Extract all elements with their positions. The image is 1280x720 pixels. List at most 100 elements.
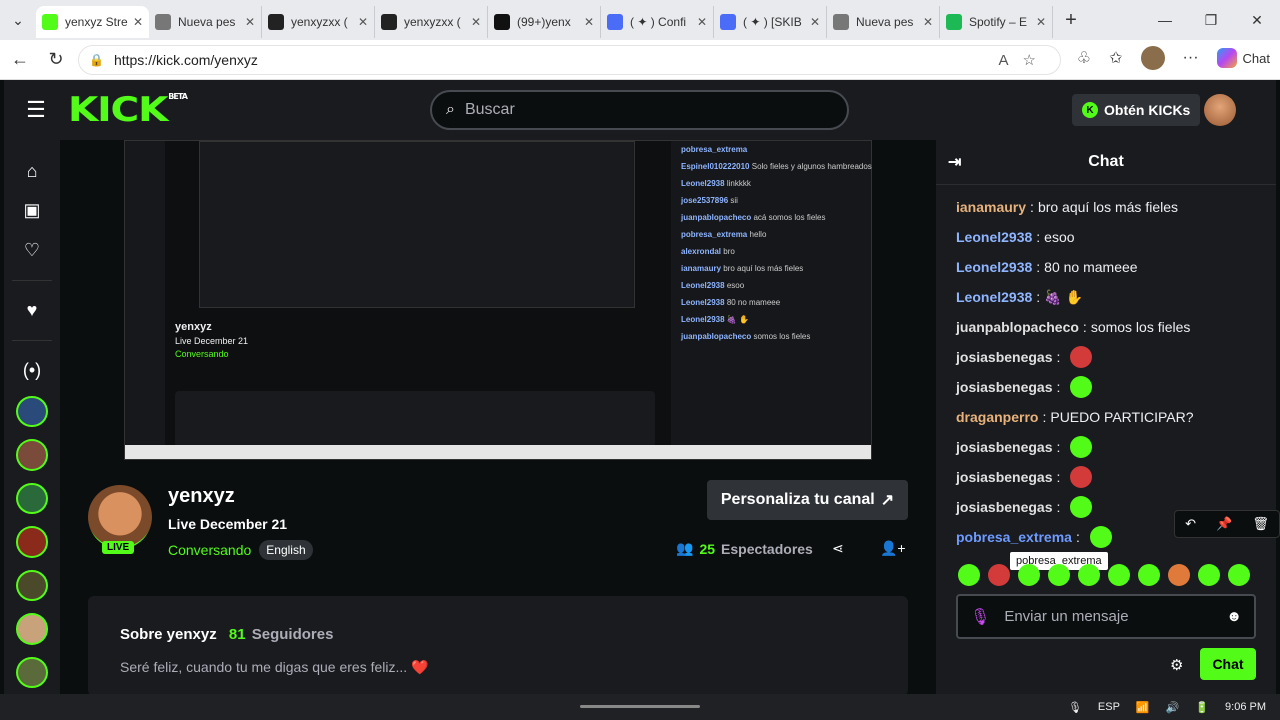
chat-username[interactable]: josiasbenegas (956, 349, 1053, 365)
browser-tab[interactable]: (99+)yenx ✕ (488, 6, 601, 38)
browser-tab[interactable]: Spotify – E ✕ (940, 6, 1053, 38)
chat-username[interactable]: Leonel2938 (956, 289, 1032, 305)
browser-tab[interactable]: ( ✦ ) [SKIB ✕ (714, 6, 827, 38)
chat-emote[interactable] (1089, 526, 1112, 548)
browse-icon[interactable]: ▣ (23, 191, 40, 230)
chat-emote[interactable] (1070, 466, 1093, 488)
quick-emote[interactable] (958, 564, 980, 586)
chat-username[interactable]: draganperro (956, 409, 1038, 425)
chat-settings-icon[interactable]: ⚙ (1170, 656, 1183, 674)
sidebar-channel-avatar[interactable] (16, 526, 48, 558)
chat-username[interactable]: Leonel2938 (956, 259, 1032, 275)
chat-message[interactable]: Leonel2938:80 no mameee (956, 252, 1266, 282)
quick-emote[interactable] (1018, 564, 1040, 586)
clock[interactable]: 9:06 PM (1225, 701, 1266, 713)
chat-username[interactable]: juanpablopacheco (956, 319, 1079, 335)
sidebar-channel-avatar[interactable] (16, 395, 48, 428)
quick-emote[interactable] (1228, 564, 1250, 586)
close-tab-icon[interactable]: ✕ (133, 15, 143, 29)
video-player[interactable]: yenxyz Live December 21 Conversando pobr… (124, 140, 872, 460)
extensions-icon[interactable]: ♧ (1077, 48, 1091, 68)
browser-tab[interactable]: yenxyz Stre ✕ (36, 6, 149, 38)
more-menu-icon[interactable]: ··· (1183, 49, 1199, 67)
chat-username[interactable]: Leonel2938 (956, 229, 1032, 245)
battery-icon[interactable]: 🔋 (1195, 701, 1209, 714)
share-icon[interactable]: ⋖ (832, 540, 844, 557)
search-input[interactable]: ⌕ Buscar (430, 90, 849, 130)
kick-logo[interactable]: KICK BETA (68, 90, 188, 130)
chat-message[interactable]: Leonel2938: esoo (956, 222, 1266, 252)
user-avatar[interactable] (1204, 94, 1236, 126)
collapse-chat-icon[interactable]: ⇥ (948, 152, 961, 172)
chat-username[interactable]: josiasbenegas (956, 439, 1053, 455)
get-kicks-button[interactable]: K Obtén KICKs (1072, 94, 1201, 126)
browser-tab[interactable]: yenxyzxx (✕ (262, 6, 375, 38)
close-tab-icon[interactable]: ✕ (471, 15, 481, 29)
reply-icon[interactable]: ↶ (1185, 516, 1196, 532)
sidebar-channel-avatar[interactable] (16, 482, 48, 515)
hamburger-menu-icon[interactable]: ☰ (4, 97, 68, 123)
follow-user-icon[interactable]: 👤+ (880, 540, 906, 557)
stream-category-link[interactable]: Conversando (168, 542, 251, 558)
chat-message-input[interactable]: 🎙 Enviar un mensaje ☻ (956, 594, 1256, 639)
close-tab-icon[interactable]: ✕ (1036, 15, 1046, 29)
browser-tab[interactable]: Nueva pes ✕ (149, 6, 262, 38)
sidebar-channel-avatar[interactable] (16, 569, 48, 602)
chat-message[interactable]: josiasbenegas: (956, 432, 1266, 462)
microphone-icon[interactable]: 🎙 (970, 607, 990, 627)
chat-message[interactable]: Leonel2938: 🍇 ✋ (956, 282, 1266, 312)
language-indicator[interactable]: ESP (1098, 701, 1120, 713)
close-window-button[interactable]: ✕ (1234, 0, 1280, 40)
chat-username[interactable]: josiasbenegas (956, 379, 1053, 395)
live-channels-icon[interactable]: (•) (23, 351, 41, 390)
browser-tab[interactable]: Nueva pes ✕ (827, 6, 940, 38)
sidebar-channel-avatar[interactable] (16, 656, 48, 689)
chat-message[interactable]: josiasbenegas: (956, 462, 1266, 492)
close-tab-icon[interactable]: ✕ (358, 15, 368, 29)
chat-emote[interactable] (1070, 436, 1093, 458)
chat-emote[interactable] (1070, 346, 1093, 368)
home-icon[interactable]: ⌂ (27, 152, 38, 191)
close-tab-icon[interactable]: ✕ (697, 15, 707, 29)
taskbar-handle[interactable] (580, 705, 700, 708)
close-tab-icon[interactable]: ✕ (584, 15, 594, 29)
chat-message[interactable]: josiasbenegas: (956, 372, 1266, 402)
chat-message[interactable]: ianamaury: bro aquí los más fieles (956, 192, 1266, 222)
minimize-button[interactable]: — (1142, 0, 1188, 40)
new-tab-button[interactable]: + (1053, 9, 1089, 32)
delete-icon[interactable]: 🗑 (1252, 516, 1269, 532)
back-button[interactable]: ← (2, 49, 38, 70)
url-bar[interactable]: 🔒 https://kick.com/yenxyz A☆ (78, 45, 1061, 75)
emoji-picker-icon[interactable]: ☻ (1226, 608, 1242, 625)
read-aloud-and-favorite-icons[interactable]: A☆ (999, 51, 1050, 69)
quick-emote[interactable] (1048, 564, 1070, 586)
close-tab-icon[interactable]: ✕ (245, 15, 255, 29)
sidebar-channel-avatar[interactable] (16, 439, 48, 471)
favorites-icon[interactable]: ✩ (1109, 48, 1122, 68)
language-tag[interactable]: English (259, 540, 313, 560)
copilot-button[interactable]: Chat (1216, 48, 1270, 68)
streamer-name[interactable]: yenxyz (168, 485, 313, 508)
close-tab-icon[interactable]: ✕ (923, 15, 933, 29)
volume-icon[interactable]: 🔊 (1166, 701, 1180, 714)
wifi-icon[interactable]: 📶 (1136, 701, 1150, 714)
favorites-heart-icon[interactable]: ♥ (27, 291, 38, 330)
sidebar-channel-avatar[interactable] (16, 613, 48, 645)
quick-emote[interactable] (1138, 564, 1160, 586)
maximize-button[interactable]: ❐ (1188, 0, 1234, 40)
send-chat-button[interactable]: Chat (1200, 648, 1256, 680)
chat-username[interactable]: josiasbenegas (956, 469, 1053, 485)
chat-username[interactable]: josiasbenegas (956, 499, 1053, 515)
quick-emote[interactable] (1198, 564, 1220, 586)
browser-tab[interactable]: yenxyzxx (✕ (375, 6, 488, 38)
microphone-tray-icon[interactable]: 🎙 (1068, 701, 1082, 714)
streamer-avatar[interactable]: LIVE (88, 485, 152, 554)
chat-message[interactable]: juanpablopacheco: somos los fieles (956, 312, 1266, 342)
chat-message[interactable]: josiasbenegas: (956, 342, 1266, 372)
refresh-button[interactable]: ↻ (38, 49, 74, 70)
quick-emote[interactable] (1108, 564, 1130, 586)
chat-emote[interactable] (1070, 496, 1093, 518)
quick-emote[interactable] (1078, 564, 1100, 586)
tab-actions-menu[interactable]: ⌄ (0, 0, 36, 40)
pin-icon[interactable]: 📌 (1216, 516, 1232, 532)
